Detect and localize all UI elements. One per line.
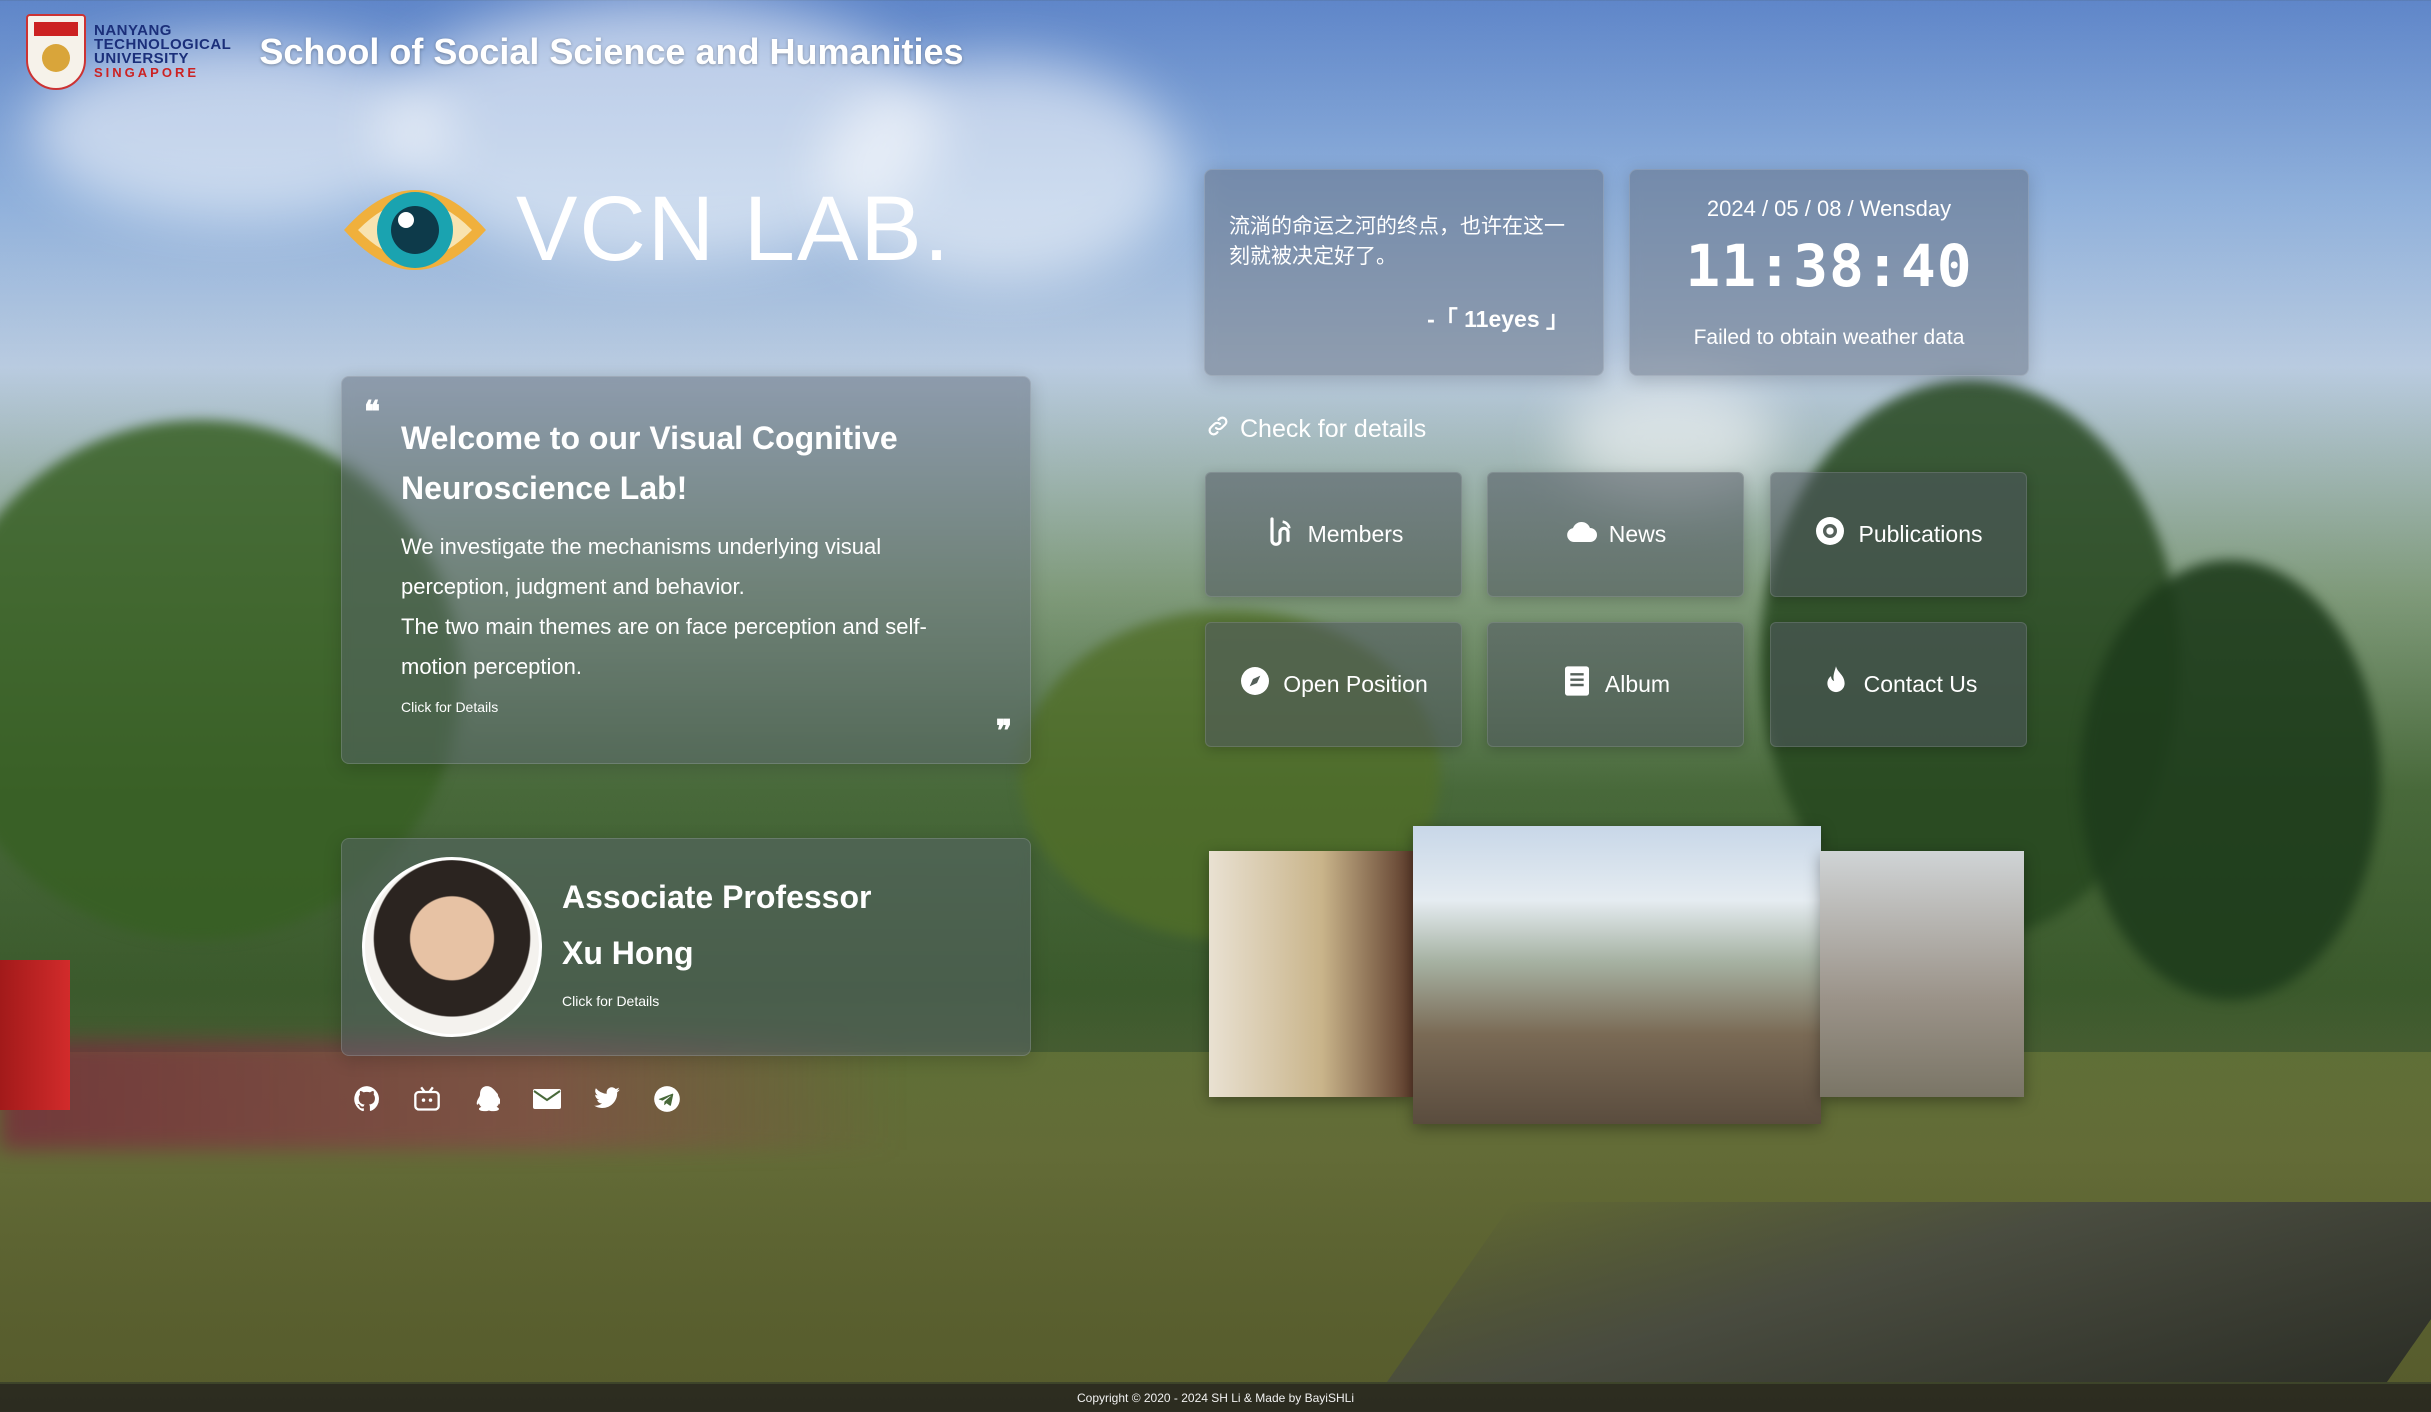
members-button[interactable]: Members <box>1205 472 1462 597</box>
ntu-wordmark: NANYANG TECHNOLOGICAL UNIVERSITY SINGAPO… <box>94 22 232 80</box>
book-icon <box>1561 665 1593 705</box>
check-details-label: Check for details <box>1206 414 1426 445</box>
eye-icon <box>340 170 490 288</box>
photo-gallery[interactable] <box>1209 826 2024 1126</box>
professor-title: Associate Professor <box>562 879 872 915</box>
welcome-heading: Welcome to our Visual Cognitive Neurosci… <box>401 420 898 506</box>
news-label: News <box>1608 521 1667 547</box>
professor-details-link[interactable]: Click for Details <box>562 993 659 1009</box>
github-icon[interactable] <box>352 1084 382 1114</box>
quote-text: 流淌的命运之河的终点，也许在这一刻就被决定好了。 <box>1229 215 1565 268</box>
school-title[interactable]: School of Social Science and Humanities <box>259 31 963 73</box>
twitter-icon[interactable] <box>592 1084 622 1114</box>
lab-photo-3[interactable] <box>1820 851 2024 1097</box>
site-header: NANYANG TECHNOLOGICAL UNIVERSITY SINGAPO… <box>26 14 964 90</box>
link-icon <box>1206 414 1230 445</box>
lab-photo-1[interactable] <box>1209 851 1414 1097</box>
welcome-description: We investigate the mechanisms underlying… <box>401 527 961 687</box>
avatar <box>362 857 542 1037</box>
date-display: 2024 / 05 / 08 / Wensday <box>1706 196 1952 221</box>
bilibili-icon[interactable] <box>412 1084 442 1114</box>
welcome-line-2: The two main themes are on face percepti… <box>401 614 927 679</box>
mail-icon[interactable] <box>532 1084 562 1114</box>
ntu-logo[interactable]: NANYANG TECHNOLOGICAL UNIVERSITY SINGAPO… <box>26 14 231 90</box>
members-icon <box>1264 515 1296 555</box>
welcome-details-link[interactable]: Click for Details <box>401 699 498 715</box>
open-position-label: Open Position <box>1283 671 1428 697</box>
contact-us-button[interactable]: Contact Us <box>1770 622 2027 747</box>
open-position-button[interactable]: Open Position <box>1205 622 1462 747</box>
compass-icon <box>1239 665 1271 705</box>
album-label: Album <box>1604 671 1671 697</box>
qq-icon[interactable] <box>472 1084 502 1114</box>
disc-icon <box>1814 515 1846 555</box>
quote-close-icon: ❞ <box>995 715 1012 748</box>
quote-open-icon: ❝ <box>364 396 381 429</box>
publications-button[interactable]: Publications <box>1770 472 2027 597</box>
lab-photo-2[interactable] <box>1413 826 1821 1124</box>
social-links <box>352 1084 682 1114</box>
check-details-text: Check for details <box>1240 415 1427 443</box>
time-display: 11:38:40 <box>1685 232 1973 300</box>
cloud-icon <box>1565 518 1597 552</box>
publications-label: Publications <box>1858 521 1983 547</box>
contact-us-label: Contact Us <box>1863 671 1978 697</box>
lab-title: VCN LAB. <box>516 177 952 280</box>
clock-card: 2024 / 05 / 08 / Wensday 11:38:40 Failed… <box>1629 169 2029 376</box>
lab-logo: VCN LAB. <box>340 170 951 288</box>
professor-card[interactable]: Associate Professor Xu Hong Click for De… <box>341 838 1031 1056</box>
footer-copyright: Copyright © 2020 - 2024 SH Li & Made by … <box>0 1384 2431 1412</box>
quote-source: -「 11eyes 」 <box>1427 306 1569 332</box>
news-button[interactable]: News <box>1487 472 1744 597</box>
welcome-card[interactable]: ❝ Welcome to our Visual Cognitive Neuros… <box>341 376 1031 764</box>
telegram-icon[interactable] <box>652 1084 682 1114</box>
weather-status: Failed to obtain weather data <box>1693 326 1965 349</box>
members-label: Members <box>1307 521 1404 547</box>
album-button[interactable]: Album <box>1487 622 1744 747</box>
flame-icon <box>1820 665 1852 705</box>
ntu-crest-icon <box>26 14 86 90</box>
welcome-line-1: We investigate the mechanisms underlying… <box>401 534 882 599</box>
professor-name: Xu Hong <box>562 935 694 971</box>
quote-card: 流淌的命运之河的终点，也许在这一刻就被决定好了。 -「 11eyes 」 <box>1204 169 1604 376</box>
